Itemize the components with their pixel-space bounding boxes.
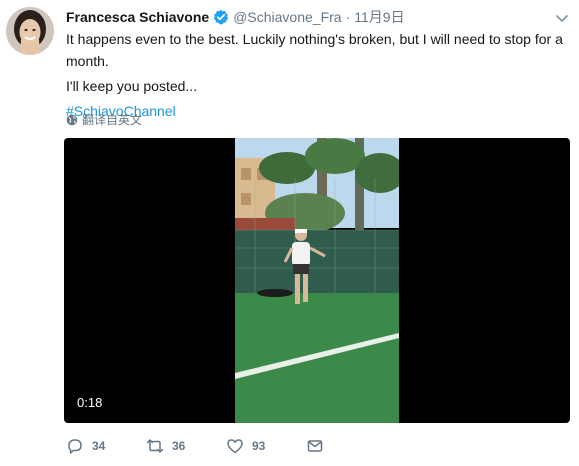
retweet-icon xyxy=(146,439,164,453)
tweet[interactable]: Francesca Schiavone @Schiavone_Fra · 11月… xyxy=(0,0,579,466)
like-count: 93 xyxy=(252,439,266,453)
chevron-down-icon[interactable] xyxy=(555,11,569,22)
verified-badge-icon xyxy=(213,9,229,25)
direct-message-icon xyxy=(307,440,323,452)
heart-icon xyxy=(227,439,243,454)
video-thumbnail xyxy=(235,138,399,423)
reply-count: 34 xyxy=(92,439,106,453)
tweet-header: Francesca Schiavone @Schiavone_Fra · 11月… xyxy=(66,8,405,26)
video-player[interactable]: 0:18 xyxy=(64,138,570,423)
reply-button[interactable]: 34 xyxy=(66,437,146,455)
retweet-button[interactable]: 36 xyxy=(146,437,226,455)
author-handle[interactable]: @Schiavone_Fra xyxy=(233,9,341,25)
author-name[interactable]: Francesca Schiavone xyxy=(66,9,209,25)
separator-dot: · xyxy=(345,9,351,25)
tweet-text-line: It happens even to the best. Luckily not… xyxy=(66,31,563,69)
translate-link[interactable]: 翻译自英文 xyxy=(66,111,142,128)
avatar[interactable] xyxy=(6,7,54,55)
video-duration: 0:18 xyxy=(77,395,103,410)
translate-label: 翻译自英文 xyxy=(82,113,143,127)
globe-icon xyxy=(66,114,78,125)
reply-icon xyxy=(68,439,82,454)
tweet-timestamp[interactable]: 11月9日 xyxy=(354,7,404,27)
tweet-text-line: I'll keep you posted... xyxy=(66,78,198,94)
retweet-count: 36 xyxy=(172,439,186,453)
direct-message-button[interactable] xyxy=(306,437,324,455)
like-button[interactable]: 93 xyxy=(226,437,306,455)
tweet-text: It happens even to the best. Luckily not… xyxy=(66,28,571,122)
tweet-actions: 34 36 93 xyxy=(66,434,324,458)
